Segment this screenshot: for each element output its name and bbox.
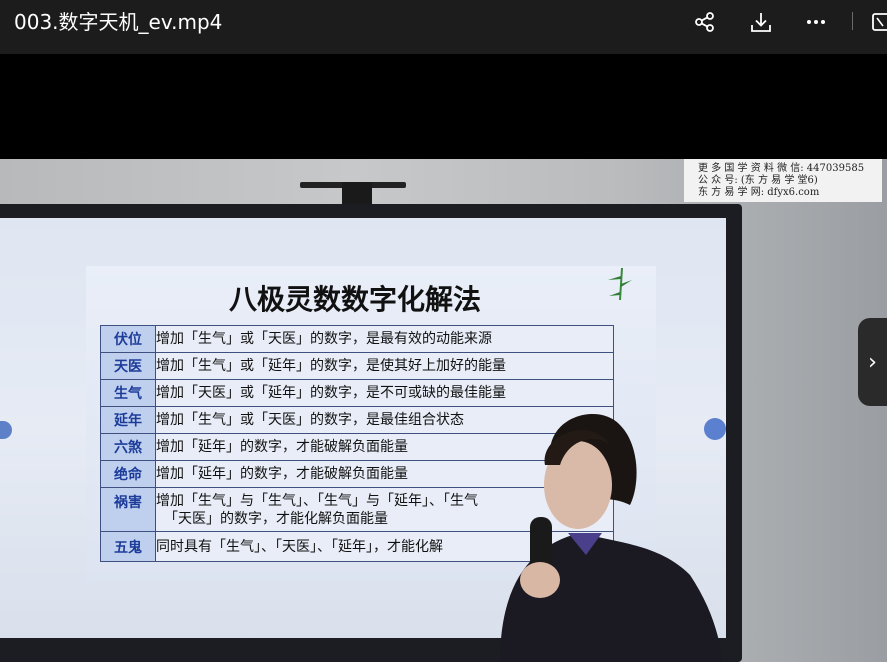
presenter — [500, 414, 722, 662]
watermark-line: 公 众 号: (东 方 易 学 堂6) — [698, 175, 818, 186]
row-name: 六煞 — [100, 433, 156, 461]
row-name: 祸害 — [100, 487, 156, 532]
row-name: 绝命 — [100, 460, 156, 488]
more-button[interactable] — [803, 9, 829, 35]
toolbar-divider — [852, 12, 853, 30]
row-name: 延年 — [100, 406, 156, 434]
row-name: 天医 — [100, 352, 156, 380]
download-button[interactable] — [748, 9, 774, 35]
more-icon — [807, 20, 825, 24]
next-video-button[interactable]: › — [858, 318, 887, 406]
row-name: 五鬼 — [100, 531, 156, 562]
video-title: 003.数字天机_ev.mp4 — [14, 10, 223, 34]
row-desc: 增加「天医」或「延年」的数字，是不可或缺的最佳能量 — [155, 379, 614, 407]
bamboo-icon — [608, 267, 632, 301]
row-name: 伏位 — [100, 325, 156, 353]
download-icon — [751, 13, 771, 32]
row-desc: 增加「生气」或「天医」的数字，是最有效的动能来源 — [155, 325, 614, 353]
title-bar: 003.数字天机_ev.mp4 — [0, 0, 887, 54]
share-button[interactable] — [692, 9, 718, 35]
chevron-right-icon: › — [868, 349, 877, 375]
table-row: 生气 增加「天医」或「延年」的数字，是不可或缺的最佳能量 — [100, 379, 614, 407]
sidebar-icon — [872, 13, 887, 31]
row-desc: 增加「生气」或「延年」的数字，是使其好上加好的能量 — [155, 352, 614, 380]
watermark: 更 多 国 学 资 料 微 信: 447039585 公 众 号: (东 方 易… — [684, 159, 882, 202]
table-row: 天医 增加「生气」或「延年」的数字，是使其好上加好的能量 — [100, 352, 614, 380]
sidebar-toggle-button[interactable] — [871, 9, 887, 35]
webcam — [342, 182, 372, 206]
watermark-line: 东 方 易 学 网: dfyx6.com — [698, 187, 820, 198]
table-row: 伏位 增加「生气」或「天医」的数字，是最有效的动能来源 — [100, 325, 614, 353]
share-icon — [695, 12, 714, 32]
watermark-line: 更 多 国 学 资 料 微 信: 447039585 — [698, 163, 865, 174]
row-name: 生气 — [100, 379, 156, 407]
